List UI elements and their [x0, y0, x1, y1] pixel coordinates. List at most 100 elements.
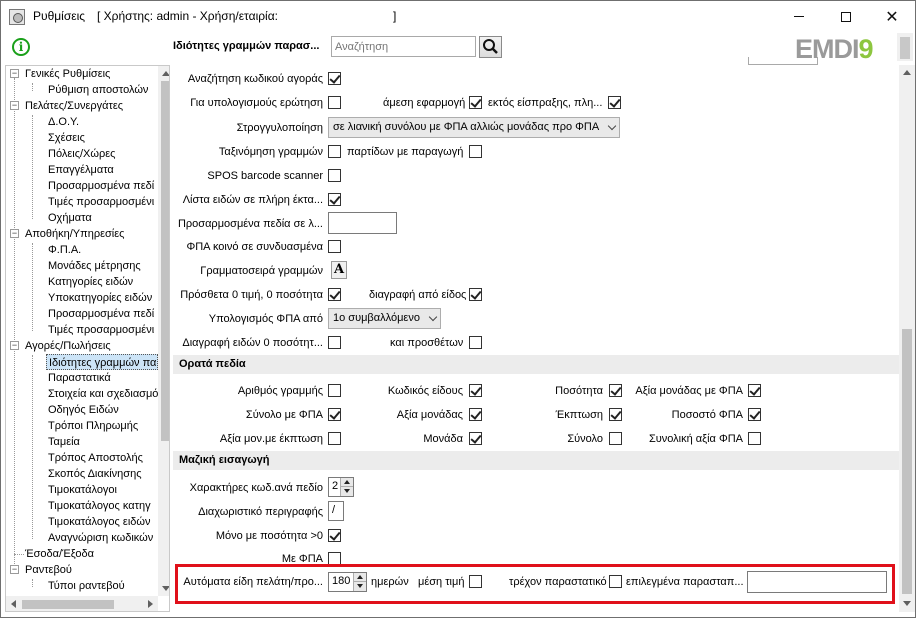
visible-field-checkbox[interactable]	[748, 408, 761, 421]
visible-field-checkbox[interactable]	[748, 384, 761, 397]
tree-item-line-properties[interactable]: Ιδιότητες γραμμών πα	[46, 354, 158, 370]
scroll-up-icon[interactable]	[903, 70, 911, 75]
tree-item-units[interactable]: Μονάδες μέτρησης	[48, 258, 141, 274]
rounding-select[interactable]: σε λιανική συνόλου με ΦΠΑ αλλιώς μονάδας…	[328, 117, 620, 138]
tree-item-custom-fields-2[interactable]: Προσαρμοσμένα πεδί	[48, 306, 154, 322]
spinner-buttons[interactable]	[340, 478, 353, 496]
collapse-icon[interactable]: −	[10, 229, 19, 238]
visible-field-checkbox[interactable]	[469, 408, 482, 421]
highlight-box	[175, 564, 895, 604]
tree-item-relations[interactable]: Σχέσεις	[48, 130, 85, 146]
toolbar-scrollbar[interactable]	[897, 33, 913, 61]
tree-vertical-scrollbar[interactable]	[158, 66, 169, 596]
visible-field-label: Αριθμός γραμμής	[237, 385, 323, 397]
tree-item-cities[interactable]: Πόλεις/Χώρες	[48, 146, 115, 162]
visible-field-checkbox[interactable]	[328, 432, 341, 445]
close-button[interactable]: ✕	[869, 1, 915, 32]
minimize-icon	[794, 16, 804, 17]
calc-question-checkbox[interactable]	[328, 96, 341, 109]
scroll-left-icon[interactable]	[11, 600, 16, 608]
search-button[interactable]	[479, 36, 502, 58]
common-vat-checkbox[interactable]	[328, 240, 341, 253]
sort-lines-checkbox[interactable]	[328, 145, 341, 158]
visible-field-checkbox[interactable]	[328, 408, 341, 421]
maximize-button[interactable]	[823, 1, 869, 32]
vat-calc-label: Υπολογισμός ΦΠΑ από	[208, 313, 323, 325]
tree-item-documents[interactable]: Παραστατικά	[48, 370, 111, 386]
tree-item-doc-design[interactable]: Στοιχεία και σχεδιασμό	[48, 386, 158, 402]
tree-item-categories[interactable]: Κατηγορίες ειδών	[48, 274, 133, 290]
spin-down-icon[interactable]	[341, 487, 353, 496]
scroll-thumb[interactable]	[161, 81, 169, 441]
collapse-icon[interactable]: −	[10, 69, 19, 78]
spos-scanner-checkbox[interactable]	[328, 169, 341, 182]
add-zero-price-checkbox[interactable]	[328, 288, 341, 301]
item-list-full-checkbox[interactable]	[328, 193, 341, 206]
except-collection-checkbox[interactable]	[608, 96, 621, 109]
tree-item-custom-values-2[interactable]: Τιμές προσαρμοσμένι	[48, 322, 154, 338]
tree-item-shipment-settings[interactable]: Ρύθμιση αποστολών	[48, 82, 148, 98]
scroll-thumb[interactable]	[22, 600, 114, 609]
search-barcode-checkbox[interactable]	[328, 72, 341, 85]
tree-item-code-recognition[interactable]: Αναγνώριση κωδικών	[48, 530, 153, 546]
tree-item-custom-values[interactable]: Τιμές προσαρμοσμένι	[48, 194, 154, 210]
tree-item-vehicles[interactable]: Οχήματα	[48, 210, 92, 226]
delete-from-item-checkbox[interactable]	[469, 288, 482, 301]
chars-per-field-spinner[interactable]: 2	[328, 477, 354, 497]
search-input[interactable]	[331, 36, 476, 57]
scroll-up-icon[interactable]	[162, 71, 169, 76]
tree-item-appointment-types[interactable]: Τύποι ραντεβού	[48, 578, 125, 594]
tree-item-shipping-method[interactable]: Τρόπος Αποστολής	[48, 450, 143, 466]
visible-field-checkbox[interactable]	[469, 384, 482, 397]
section-title: Ιδιότητες γραμμών παρασ...	[173, 40, 320, 52]
scroll-right-icon[interactable]	[148, 600, 153, 608]
tree-item-vat[interactable]: Φ.Π.Α.	[48, 242, 81, 258]
tree-item-payment-methods[interactable]: Τρόποι Πληρωμής	[48, 418, 138, 434]
direct-apply-checkbox[interactable]	[469, 96, 482, 109]
spin-up-icon[interactable]	[341, 478, 353, 487]
tree-node-income-expenses[interactable]: Έσοδα/Έξοδα	[25, 546, 94, 562]
tree-item-custom-fields[interactable]: Προσαρμοσμένα πεδί	[48, 178, 154, 194]
minimize-button[interactable]	[776, 1, 822, 32]
info-icon[interactable]: i	[12, 38, 30, 56]
spos-scanner-label: SPOS barcode scanner	[207, 170, 323, 182]
settings-panel: Αναζήτηση κωδικού αγοράς Για υπολογισμού…	[173, 65, 899, 612]
and-additional-checkbox[interactable]	[469, 336, 482, 349]
tree-item-movement-purpose[interactable]: Σκοπός Διακίνησης	[48, 466, 142, 482]
visible-field-checkbox[interactable]	[748, 432, 761, 445]
visible-field-checkbox[interactable]	[328, 384, 341, 397]
vat-calc-select[interactable]: 1ο συμβαλλόμενο	[328, 308, 441, 329]
tree-item-cash-registers[interactable]: Ταμεία	[48, 434, 80, 450]
window-title: Ρυθμίσεις	[33, 9, 86, 23]
collapse-icon[interactable]: −	[10, 341, 19, 350]
tree-item-subcategories[interactable]: Υποκατηγορίες ειδών	[48, 290, 152, 306]
tree-item-tax-office[interactable]: Δ.Ο.Υ.	[48, 114, 79, 130]
chars-per-field-label: Χαρακτήρες κωδ.ανά πεδίο	[189, 482, 323, 494]
batches-production-checkbox[interactable]	[469, 145, 482, 158]
only-qty-checkbox[interactable]	[328, 529, 341, 542]
tree-item-pricelist-category[interactable]: Τιμοκατάλογος κατηγ	[48, 498, 151, 514]
scroll-down-icon[interactable]	[162, 586, 169, 591]
custom-fields-input[interactable]	[328, 212, 397, 234]
delete-zero-qty-label: Διαγραφή ειδών 0 ποσότητ...	[182, 337, 323, 349]
collapse-icon[interactable]: −	[10, 565, 19, 574]
and-additional-label: και προσθέτων	[390, 337, 464, 349]
separator-label: Διαχωριστικό περιγραφής	[198, 506, 323, 518]
font-picker-button[interactable]: A	[331, 261, 347, 279]
scroll-thumb[interactable]	[902, 329, 912, 594]
tree-item-pricelist-items[interactable]: Τιμοκατάλογος ειδών	[48, 514, 150, 530]
panel-vertical-scrollbar[interactable]	[899, 65, 915, 612]
separator-input[interactable]: /	[328, 501, 344, 521]
visible-field-checkbox[interactable]	[609, 408, 622, 421]
scroll-down-icon[interactable]	[903, 601, 911, 606]
visible-field-checkbox[interactable]	[609, 432, 622, 445]
visible-field-checkbox[interactable]	[609, 384, 622, 397]
tree-horizontal-scrollbar[interactable]	[6, 596, 158, 611]
delete-zero-qty-checkbox[interactable]	[328, 336, 341, 349]
visible-field-checkbox[interactable]	[469, 432, 482, 445]
tree-item-pricelists[interactable]: Τιμοκατάλογοι	[48, 482, 117, 498]
tree-item-professions[interactable]: Επαγγέλματα	[48, 162, 114, 178]
collapse-icon[interactable]: −	[10, 101, 19, 110]
tree-item-item-guide[interactable]: Οδηγός Ειδών	[48, 402, 119, 418]
item-list-full-label: Λίστα ειδών σε πλήρη έκτα...	[182, 194, 323, 206]
